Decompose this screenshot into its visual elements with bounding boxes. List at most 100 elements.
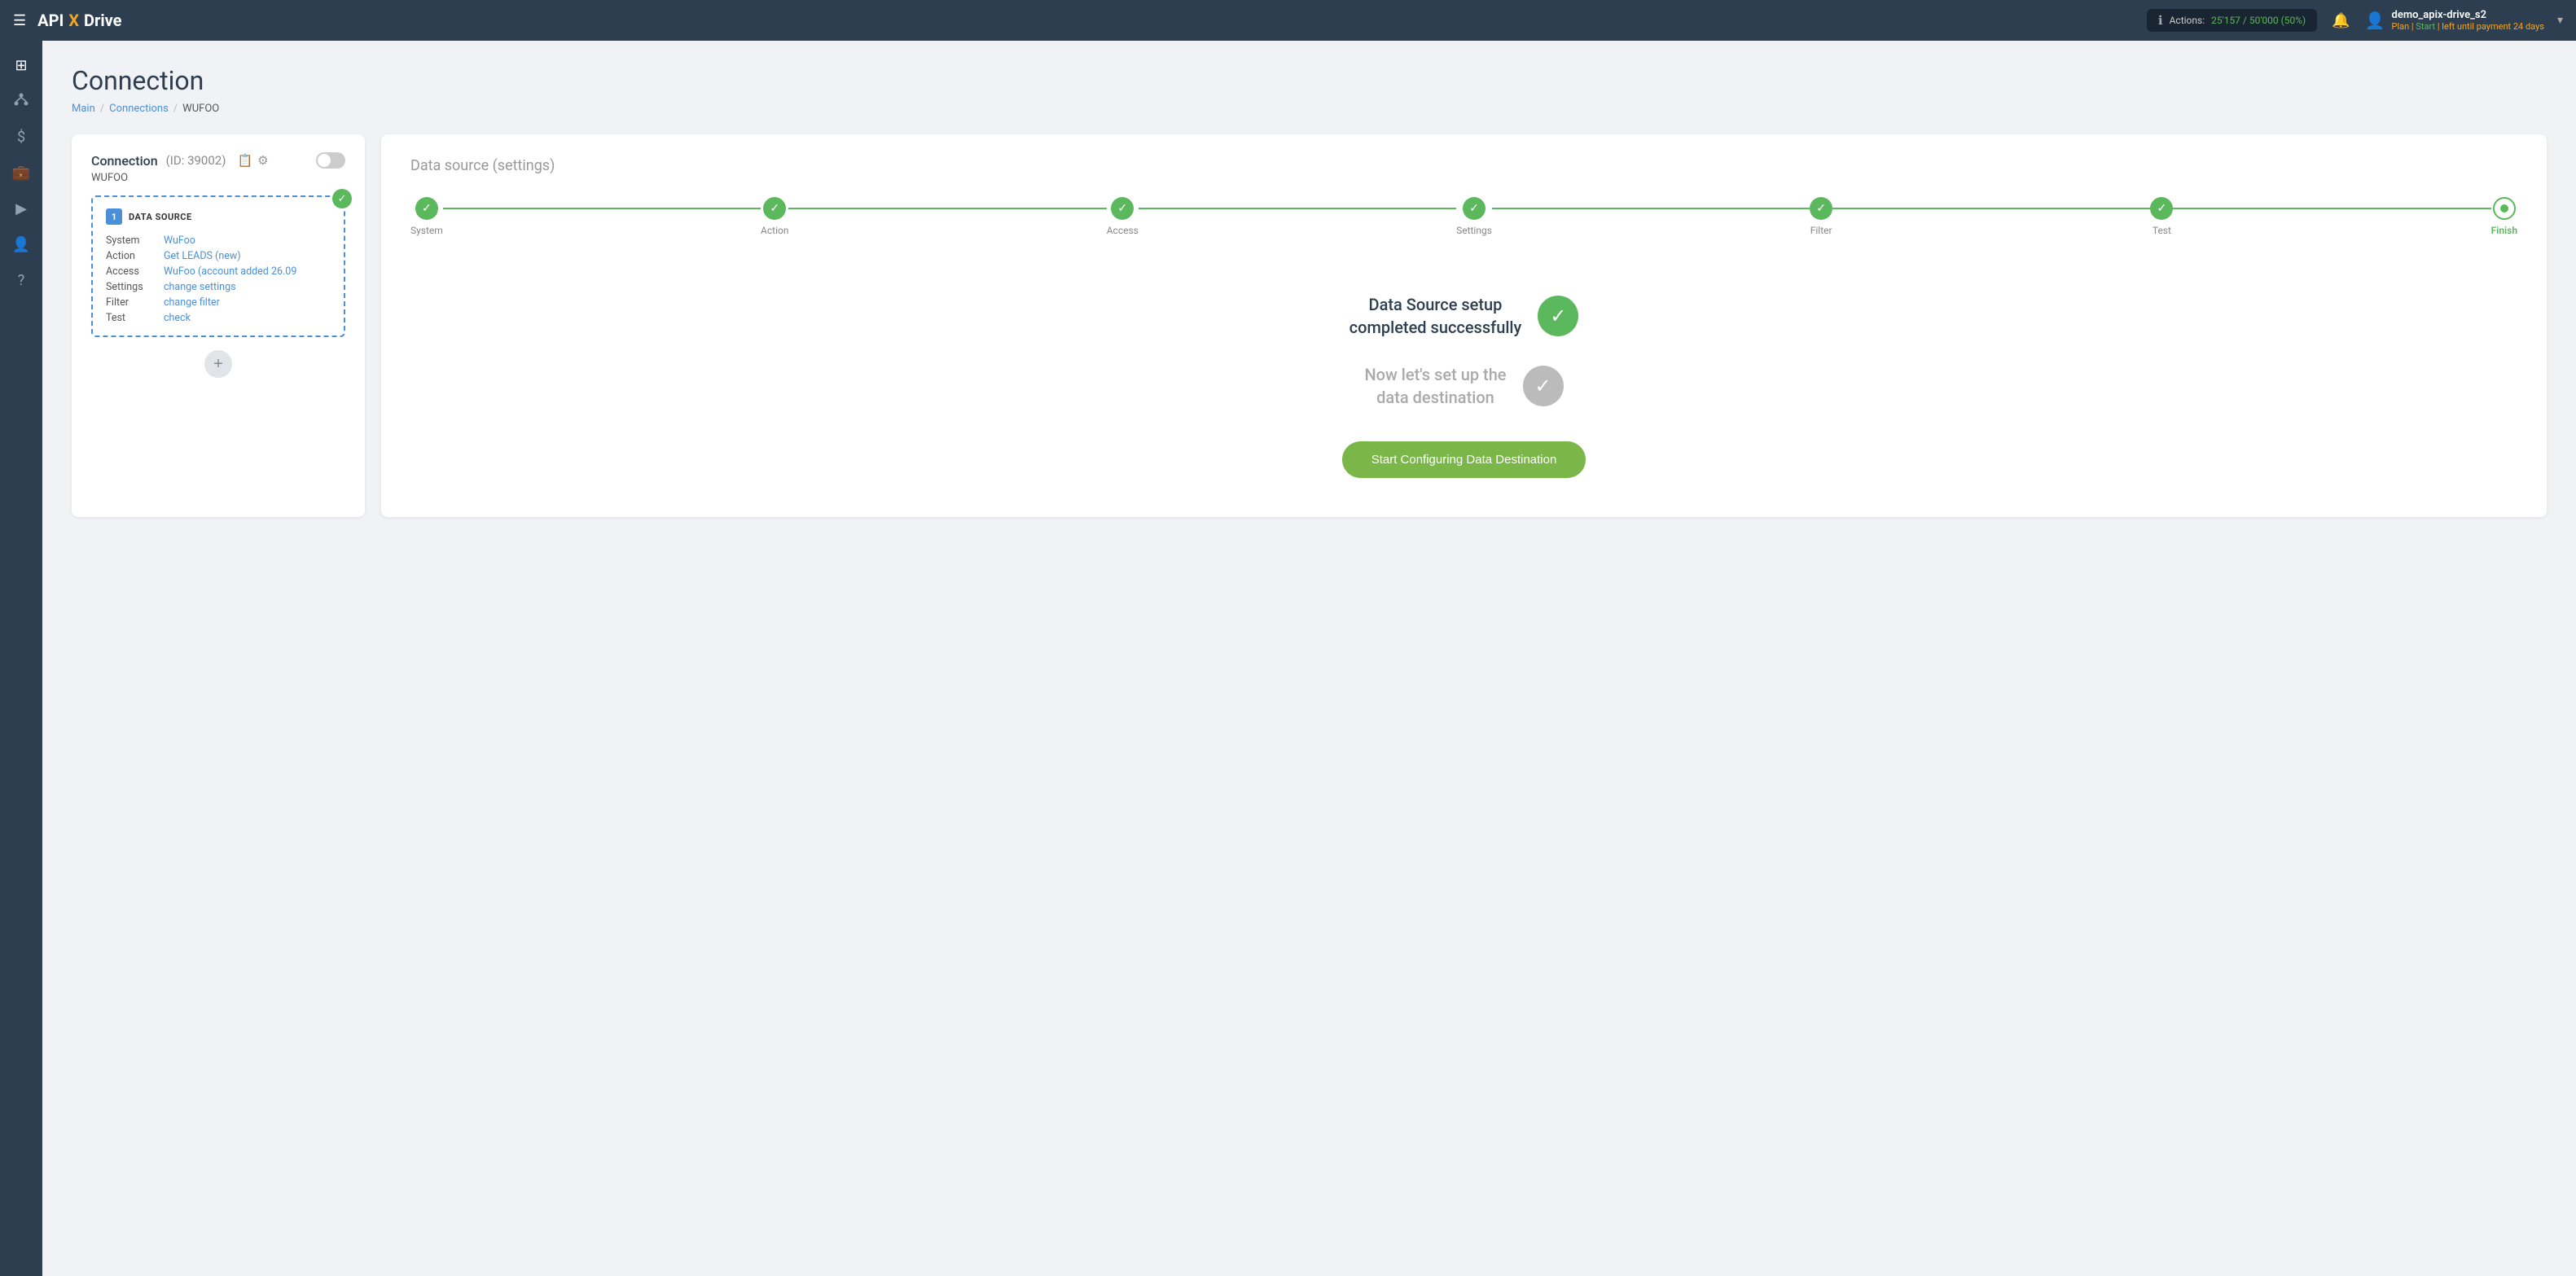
row-label-test: Test <box>106 312 159 324</box>
datasource-row-test: Test check <box>106 312 331 324</box>
step-circle-finish <box>2493 197 2516 220</box>
sidebar-item-help[interactable]: ? <box>5 264 37 296</box>
step-access: ✓ Access <box>1107 197 1139 236</box>
start-configuring-button[interactable]: Start Configuring Data Destination <box>1342 441 1586 478</box>
step-line-3 <box>1139 208 1456 209</box>
bell-icon[interactable]: 🔔 <box>2332 12 2350 29</box>
page-title: Connection <box>72 65 2547 96</box>
breadcrumb-connections[interactable]: Connections <box>109 103 169 115</box>
step-label-system: System <box>410 225 443 236</box>
step-label-filter: Filter <box>1810 225 1832 236</box>
breadcrumb-main[interactable]: Main <box>72 103 95 115</box>
step-line-6 <box>2173 208 2490 209</box>
sidebar-item-connections[interactable] <box>5 85 37 117</box>
connection-name: WUFOO <box>91 172 345 184</box>
settings-icon[interactable]: ⚙ <box>257 153 268 168</box>
row-value-settings[interactable]: change settings <box>164 281 236 293</box>
panel-title-icons: 📋 ⚙ <box>237 153 268 168</box>
step-line-4 <box>1492 208 1810 209</box>
step-settings: ✓ Settings <box>1456 197 1492 236</box>
user-avatar-icon: 👤 <box>2365 11 2385 30</box>
hamburger-menu[interactable]: ☰ <box>13 12 26 29</box>
breadcrumb-sep-2: / <box>173 103 178 115</box>
success-row-1: Data Source setupcompleted successfully … <box>1349 293 1579 339</box>
step-label-test: Test <box>2153 225 2171 236</box>
right-panel: Data source (settings) ✓ System <box>381 134 2547 517</box>
sidebar-item-profile[interactable]: 👤 <box>5 228 37 261</box>
sidebar: ⊞ $ 💼 ▶ 👤 ? <box>0 41 42 1276</box>
step-circle-access: ✓ <box>1111 197 1134 220</box>
row-value-test[interactable]: check <box>164 312 191 324</box>
row-value-system[interactable]: WuFoo <box>164 235 195 247</box>
row-label-filter: Filter <box>106 296 159 309</box>
datasource-row-action: Action Get LEADS (new) <box>106 250 331 262</box>
progress-steps-container: ✓ System ✓ Action ✓ Acce <box>410 197 2517 236</box>
add-datasource-button[interactable]: + <box>204 350 232 378</box>
datasource-check-icon: ✓ <box>332 189 352 208</box>
sidebar-item-media[interactable]: ▶ <box>5 192 37 225</box>
datasource-number: 1 <box>106 208 122 225</box>
step-circle-filter: ✓ <box>1810 197 1832 220</box>
user-menu[interactable]: 👤 demo_apix-drive_s2 Plan | Start | left… <box>2365 9 2563 32</box>
days-value: 24 days <box>2513 21 2544 32</box>
step-label-access: Access <box>1107 225 1139 236</box>
left-panel: Connection (ID: 39002) 📋 ⚙ WUFOO ✓ 1 DAT… <box>72 134 365 517</box>
right-panel-title: Data source (settings) <box>410 157 2517 174</box>
info-icon: ℹ <box>2158 13 2163 28</box>
user-icon: 👤 <box>12 236 30 253</box>
breadcrumb-current: WUFOO <box>182 103 219 115</box>
row-label-action: Action <box>106 250 159 262</box>
user-info: demo_apix-drive_s2 Plan | Start | left u… <box>2392 9 2544 32</box>
logo: APIX Drive <box>37 11 121 30</box>
help-icon: ? <box>18 272 25 289</box>
step-line-2 <box>788 208 1106 209</box>
row-value-filter[interactable]: change filter <box>164 296 220 309</box>
step-circle-action: ✓ <box>763 197 786 220</box>
sidebar-item-billing[interactable]: $ <box>5 121 37 153</box>
content-area: Connection Main / Connections / WUFOO Co… <box>42 41 2576 1276</box>
row-label-settings: Settings <box>106 281 159 293</box>
step-action: ✓ Action <box>761 197 788 236</box>
step-finish: Finish <box>2491 197 2517 236</box>
datasource-label: DATA SOURCE <box>129 212 192 222</box>
grid-icon: ⊞ <box>15 57 27 74</box>
step-system: ✓ System <box>410 197 443 236</box>
user-plan: Plan | Start | left until payment 24 day… <box>2392 21 2544 32</box>
datasource-row-system: System WuFoo <box>106 235 331 247</box>
row-value-access[interactable]: WuFoo (account added 26.09 <box>164 265 296 278</box>
payment-text: | left until payment <box>2438 21 2511 32</box>
actions-box: ℹ Actions: 25'157 / 50'000 (50%) <box>2147 9 2317 32</box>
navbar: ☰ APIX Drive ℹ Actions: 25'157 / 50'000 (… <box>0 0 2576 41</box>
success-completed-text: Data Source setupcompleted successfully <box>1349 293 1522 339</box>
step-label-finish: Finish <box>2491 225 2517 236</box>
progress-steps-row: ✓ System ✓ Action ✓ Acce <box>410 197 2517 236</box>
panel-title: Connection (ID: 39002) 📋 ⚙ <box>91 152 345 169</box>
sidebar-item-dashboard[interactable]: ⊞ <box>5 49 37 81</box>
dollar-icon: $ <box>17 129 25 146</box>
copy-icon[interactable]: 📋 <box>237 153 252 168</box>
row-label-access: Access <box>106 265 159 278</box>
success-next-text: Now let's set up thedata destination <box>1364 363 1506 409</box>
success-check-icon-gray: ✓ <box>1523 366 1564 406</box>
step-line-5 <box>1832 208 2150 209</box>
user-name: demo_apix-drive_s2 <box>2392 9 2544 21</box>
plan-label: Plan | <box>2392 21 2414 32</box>
step-circle-settings: ✓ <box>1463 197 1485 220</box>
logo-drive: Drive <box>84 11 121 30</box>
play-icon: ▶ <box>15 200 27 217</box>
logo-x: X <box>68 11 79 30</box>
datasource-header: 1 DATA SOURCE <box>106 208 331 225</box>
datasource-row-access: Access WuFoo (account added 26.09 <box>106 265 331 278</box>
panel-title-id: (ID: 39002) <box>166 153 226 168</box>
step-filter: ✓ Filter <box>1810 197 1832 236</box>
row-value-action[interactable]: Get LEADS (new) <box>164 250 241 262</box>
main-layout: ⊞ $ 💼 ▶ 👤 ? <box>0 41 2576 1276</box>
connections-icon <box>13 91 29 112</box>
connection-toggle[interactable] <box>316 152 345 169</box>
step-label-action: Action <box>761 225 788 236</box>
panel-title-text: Connection <box>91 153 158 169</box>
sidebar-item-projects[interactable]: 💼 <box>5 156 37 189</box>
logo-api: API <box>37 11 64 30</box>
actions-progress: 25'157 / 50'000 (50%) <box>2211 15 2306 26</box>
datasource-rows: System WuFoo Action Get LEADS (new) Acce… <box>106 235 331 324</box>
